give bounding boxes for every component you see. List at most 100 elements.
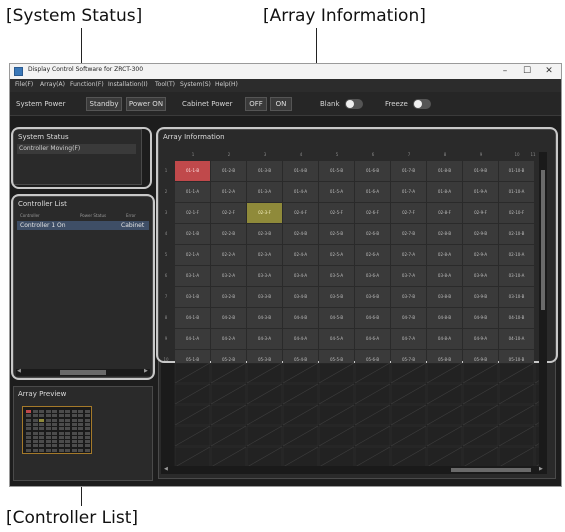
menu-installation[interactable]: Installation(I)	[108, 81, 148, 88]
cabinet-cell[interactable]: 02-10-A	[499, 245, 534, 265]
cabinet-cell[interactable]: 02-6-B	[355, 224, 390, 244]
blank-toggle[interactable]	[345, 99, 363, 109]
menu-help[interactable]: Help(H)	[215, 81, 238, 88]
cabinet-cell[interactable]: 03-5-B	[319, 287, 354, 307]
minimize-button[interactable]: –	[494, 64, 516, 79]
array-scroll-right-icon[interactable]: ▶	[539, 466, 543, 472]
cabinet-cell[interactable]: 04-8-B	[427, 308, 462, 328]
cabinet-cell[interactable]: 04-1-A	[175, 329, 210, 349]
cabinet-cell[interactable]: 04-8-A	[427, 329, 462, 349]
cabinet-cell[interactable]: 01-3-A	[247, 182, 282, 202]
cabinet-cell[interactable]: 03-9-B	[463, 287, 498, 307]
cabinet-cell[interactable]: 03-4-B	[283, 287, 318, 307]
cabinet-cell[interactable]: 04-10-A	[499, 329, 534, 349]
cabinet-cell[interactable]: 01-6-A	[355, 182, 390, 202]
cabinet-cell[interactable]: 04-9-B	[463, 308, 498, 328]
cabinet-cell[interactable]: 02-5-B	[319, 224, 354, 244]
cabinet-cell[interactable]: 02-8-A	[427, 245, 462, 265]
freeze-toggle[interactable]	[413, 99, 431, 109]
cabinet-cell[interactable]: 03-10-B	[499, 287, 534, 307]
cabinet-cell[interactable]: 02-2-A	[211, 245, 246, 265]
cabinet-cell[interactable]: 01-4-A	[283, 182, 318, 202]
cabinet-cell[interactable]: 03-1-B	[175, 287, 210, 307]
cabinet-cell[interactable]: 02-10-B	[499, 224, 534, 244]
cabinet-cell[interactable]: 03-3-B	[247, 287, 282, 307]
menu-array[interactable]: Array(A)	[40, 81, 65, 88]
cabinet-cell[interactable]: 01-4-B	[283, 161, 318, 181]
array-scroll-left-icon[interactable]: ◀	[164, 466, 168, 472]
cabinet-cell[interactable]: 02-9-B	[463, 224, 498, 244]
menu-file[interactable]: File(F)	[15, 81, 33, 88]
cabinet-cell[interactable]: 04-3-A	[247, 329, 282, 349]
menu-system[interactable]: System(S)	[180, 81, 211, 88]
cabinet-cell[interactable]: 03-6-A	[355, 266, 390, 286]
cabinet-cell[interactable]: 02-1-B	[175, 224, 210, 244]
cabinet-cell[interactable]: 04-6-B	[355, 308, 390, 328]
cabinet-cell[interactable]: 01-5-A	[319, 182, 354, 202]
standby-button[interactable]: Standby	[86, 97, 122, 111]
cabinet-cell[interactable]: 03-7-A	[391, 266, 426, 286]
cabinet-cell[interactable]: 04-5-A	[319, 329, 354, 349]
array-horizontal-scrollbar[interactable]: ◀ ▶	[161, 466, 547, 474]
cabinet-cell[interactable]: 02-5-F	[319, 203, 354, 223]
cabinet-cell[interactable]: 03-2-A	[211, 266, 246, 286]
cabinet-cell[interactable]: 04-2-A	[211, 329, 246, 349]
cabinet-cell[interactable]: 02-1-A	[175, 245, 210, 265]
menu-function[interactable]: Function(F)	[70, 81, 104, 88]
cabinet-off-button[interactable]: OFF	[245, 97, 267, 111]
cabinet-cell[interactable]: 01-9-B	[463, 161, 498, 181]
cabinet-cell[interactable]: 02-7-A	[391, 245, 426, 265]
cabinet-cell[interactable]: 02-4-B	[283, 224, 318, 244]
cabinet-cell[interactable]: 01-1-A	[175, 182, 210, 202]
cabinet-cell[interactable]: 02-2-F	[211, 203, 246, 223]
cabinet-cell[interactable]: 01-2-A	[211, 182, 246, 202]
cabinet-cell[interactable]: 02-4-F	[283, 203, 318, 223]
cabinet-cell[interactable]: 02-6-F	[355, 203, 390, 223]
cabinet-cell[interactable]: 02-7-B	[391, 224, 426, 244]
cabinet-cell[interactable]: 01-5-B	[319, 161, 354, 181]
vertical-scroll-thumb[interactable]	[541, 170, 545, 310]
cabinet-cell[interactable]: 02-3-A	[247, 245, 282, 265]
cabinet-cell[interactable]: 01-7-A	[391, 182, 426, 202]
cabinet-cell[interactable]: 03-7-B	[391, 287, 426, 307]
cabinet-cell[interactable]: 01-8-A	[427, 182, 462, 202]
cabinet-cell[interactable]: 04-1-B	[175, 308, 210, 328]
cabinet-cell[interactable]: 01-6-B	[355, 161, 390, 181]
cabinet-cell[interactable]: 02-8-B	[427, 224, 462, 244]
cabinet-cell[interactable]: 04-3-B	[247, 308, 282, 328]
cabinet-on-button[interactable]: ON	[270, 97, 292, 111]
cabinet-cell[interactable]: 03-3-A	[247, 266, 282, 286]
cabinet-cell[interactable]: 01-10-B	[499, 161, 534, 181]
cabinet-cell[interactable]: 02-5-A	[319, 245, 354, 265]
array-vertical-scrollbar[interactable]	[539, 152, 547, 466]
cabinet-cell[interactable]: 03-5-A	[319, 266, 354, 286]
cabinet-cell[interactable]: 02-6-A	[355, 245, 390, 265]
cabinet-cell[interactable]: 03-2-B	[211, 287, 246, 307]
cabinet-cell[interactable]: 02-7-F	[391, 203, 426, 223]
cabinet-cell[interactable]: 02-2-B	[211, 224, 246, 244]
cabinet-cell[interactable]: 02-10-F	[499, 203, 534, 223]
cabinet-cell[interactable]: 01-10-A	[499, 182, 534, 202]
cabinet-cell[interactable]: 03-10-A	[499, 266, 534, 286]
cabinet-cell[interactable]: 03-9-A	[463, 266, 498, 286]
cabinet-cell[interactable]: 02-9-A	[463, 245, 498, 265]
cabinet-cell[interactable]: 03-8-A	[427, 266, 462, 286]
cabinet-cell[interactable]: 01-1-B	[175, 161, 210, 181]
cabinet-cell[interactable]: 04-5-B	[319, 308, 354, 328]
maximize-button[interactable]: ☐	[516, 64, 538, 79]
power-on-button[interactable]: Power ON	[126, 97, 166, 111]
cabinet-cell[interactable]: 02-4-A	[283, 245, 318, 265]
cabinet-cell[interactable]: 02-1-F	[175, 203, 210, 223]
cabinet-cell[interactable]: 04-6-A	[355, 329, 390, 349]
cabinet-cell[interactable]: 04-4-B	[283, 308, 318, 328]
cabinet-cell[interactable]: 02-3-B	[247, 224, 282, 244]
cabinet-cell[interactable]: 03-8-B	[427, 287, 462, 307]
cabinet-cell[interactable]: 04-4-A	[283, 329, 318, 349]
cabinet-cell[interactable]: 01-7-B	[391, 161, 426, 181]
cabinet-cell[interactable]: 01-8-B	[427, 161, 462, 181]
cabinet-cell[interactable]: 02-9-F	[463, 203, 498, 223]
cabinet-cell[interactable]: 04-9-A	[463, 329, 498, 349]
array-scroll-thumb[interactable]	[451, 468, 531, 472]
cabinet-cell[interactable]: 04-7-B	[391, 308, 426, 328]
cabinet-cell[interactable]: 04-2-B	[211, 308, 246, 328]
